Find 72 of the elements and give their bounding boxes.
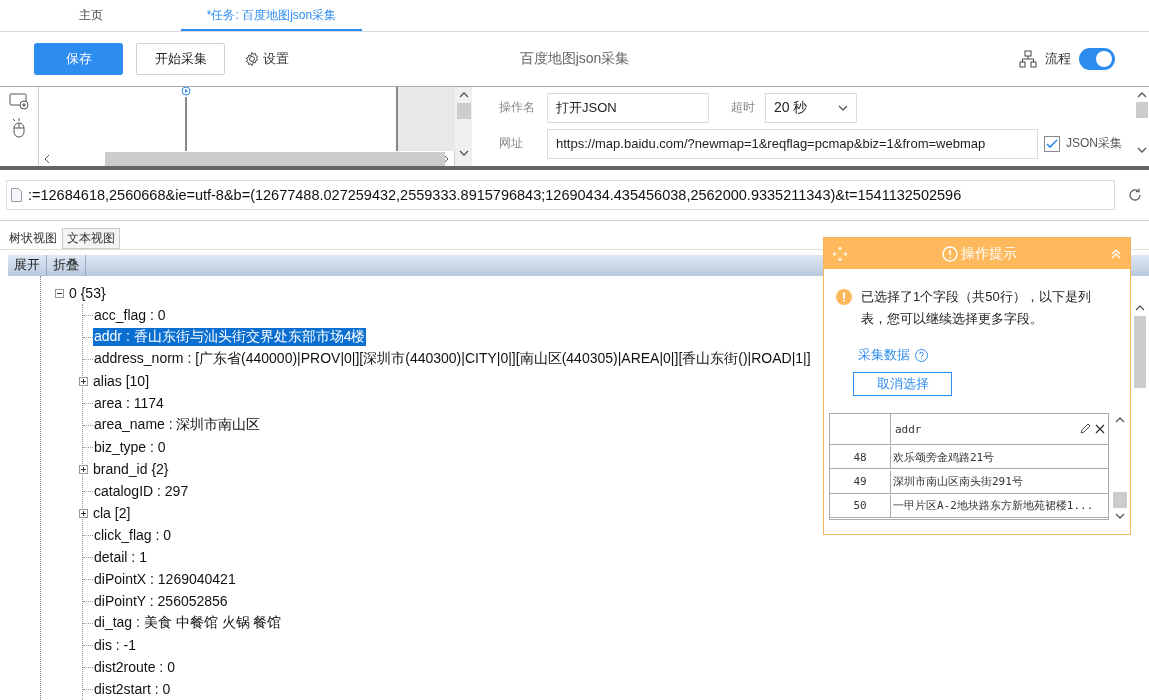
task-title: 百度地图json采集: [519, 49, 630, 68]
checkbox-label: JSON采集: [1066, 135, 1122, 153]
flow-label: 流程: [1045, 49, 1071, 68]
close-icon[interactable]: [1095, 424, 1105, 434]
tree-node[interactable]: brand_id {2}: [92, 461, 170, 477]
field-label: 网址: [498, 135, 524, 153]
tree-node[interactable]: dis : -1: [93, 637, 137, 653]
cancel-selection-button[interactable]: 取消选择: [853, 372, 952, 396]
url-field[interactable]: https://map.baidu.com/?newmap=1&reqflag=pcmap&biz=1&from=webmap: [547, 128, 1038, 159]
chevron-down-icon[interactable]: [838, 103, 848, 112]
refresh-icon[interactable]: [1127, 186, 1143, 203]
expander-icon[interactable]: [79, 464, 88, 474]
tree-node[interactable]: area : 1174: [93, 395, 165, 411]
timeout-dropdown[interactable]: 20 秒: [765, 92, 857, 123]
tip-title: 操作提示: [960, 244, 1017, 263]
tree-node[interactable]: di_tag : 美食 中餐馆 火锅 餐馆: [93, 614, 283, 632]
mouse-icon[interactable]: [11, 117, 27, 138]
table-cell: 深圳市南山区南头街291号: [891, 470, 1109, 494]
start-button[interactable]: 开始采集: [136, 42, 225, 75]
tree-node[interactable]: click_flag : 0: [93, 527, 173, 543]
window-add-icon[interactable]: [9, 92, 29, 110]
expander-icon[interactable]: [55, 288, 64, 298]
tree-node[interactable]: 0 {53}: [68, 285, 107, 301]
scrollbar-thumb[interactable]: [1136, 101, 1148, 118]
tree-node[interactable]: addr : 香山东街与汕头街交界处东部市场4楼: [93, 328, 367, 346]
scroll-left-icon[interactable]: [43, 153, 51, 164]
view-tab[interactable]: 文本视图: [62, 227, 120, 249]
table-cell: 一甲片区A-2地块路东方新地苑裙楼1...: [891, 494, 1109, 518]
edit-icon[interactable]: [1079, 423, 1091, 435]
tree-node[interactable]: alias [10]: [92, 373, 151, 389]
collect-data-link[interactable]: 采集数据: [858, 346, 910, 364]
tree-node[interactable]: cla [2]: [92, 505, 132, 521]
tree-node[interactable]: diPointX : 1269040421: [93, 571, 237, 587]
table-cell: 48: [830, 446, 891, 470]
scrollbar-thumb[interactable]: [105, 151, 445, 166]
scrollbar-thumb[interactable]: [456, 102, 471, 119]
field-label: 操作名: [498, 99, 536, 117]
page-tab[interactable]: *任务: 百度地图json采集: [181, 0, 362, 31]
warning-icon: [836, 289, 852, 305]
flowchart-icon: [1019, 49, 1037, 68]
tree-node[interactable]: biz_type : 0: [93, 439, 167, 455]
scrollbar-thumb[interactable]: [1134, 316, 1146, 388]
alert-icon: [941, 245, 958, 262]
settings-button[interactable]: 设置: [238, 48, 295, 69]
table-cell: 49: [830, 470, 891, 494]
tree-node[interactable]: detail : 1: [93, 549, 148, 565]
scroll-right-icon[interactable]: [442, 153, 450, 164]
tree-node[interactable]: dist2route : 0: [93, 659, 176, 675]
flow-toggle[interactable]: [1079, 47, 1115, 70]
document-icon: [11, 187, 22, 202]
table-cell: 50: [830, 494, 891, 518]
tree-node[interactable]: acc_flag : 0: [93, 307, 167, 323]
table-cell: 欢乐颂旁金鸡路21号: [891, 446, 1109, 470]
tree-node[interactable]: dist2start : 0: [93, 681, 172, 697]
tip-message: 已选择了1个字段（共50行），以下是列表，您可以继续选择更多字段。: [861, 286, 1116, 330]
help-icon[interactable]: [915, 348, 928, 362]
tree-node[interactable]: catalogID : 297: [93, 483, 190, 499]
tree-action-button[interactable]: 折叠: [47, 254, 86, 276]
page-tab[interactable]: 主页: [0, 0, 181, 31]
field-label: 超时: [730, 99, 755, 117]
tree-node[interactable]: address_norm : [广东省(440000)|PROV|0|][深圳市(440300)|CITY|0|][南山区(440305)|AREA|0|][香山东街()|ROAD|1|]: [93, 350, 812, 368]
scrollbar-thumb[interactable]: [1113, 492, 1127, 508]
column-header: addr: [895, 422, 923, 436]
expander-icon[interactable]: [79, 508, 88, 518]
tree-action-button[interactable]: 展开: [8, 254, 47, 276]
name-field[interactable]: 打开JSON: [547, 92, 709, 123]
address-field[interactable]: :=12684618,2560668&ie=utf-8&b=(12677488.027259432,2559333.8915796843;12690434.435456038,2562000.9335211343)&t=1541132502596: [6, 179, 1115, 210]
json-checkbox[interactable]: [1044, 135, 1060, 152]
tree-node[interactable]: area_name : 深圳市南山区: [93, 416, 262, 434]
expander-icon[interactable]: [79, 376, 88, 386]
tree-node[interactable]: diPointY : 256052856: [93, 593, 229, 609]
settings-icon: [244, 50, 260, 67]
